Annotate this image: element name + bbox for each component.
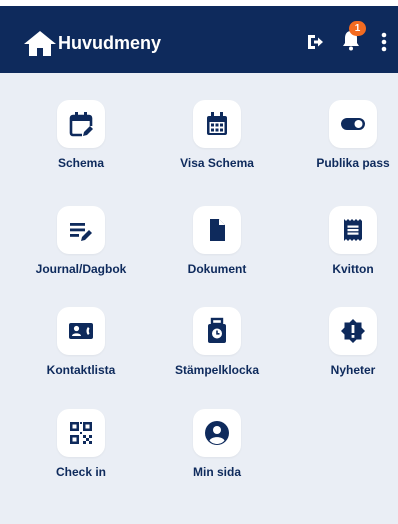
document-icon bbox=[203, 216, 231, 244]
menu-item-kvitton[interactable]: Kvitton bbox=[291, 179, 398, 276]
receipt-icon bbox=[339, 216, 367, 244]
menu-item-label: Check in bbox=[55, 465, 106, 479]
menu-icon-box bbox=[57, 100, 105, 148]
menu-icon-box bbox=[329, 206, 377, 254]
menu-icon-box bbox=[329, 307, 377, 355]
menu-item-visa-schema[interactable]: Visa Schema bbox=[155, 73, 279, 170]
menu-item-label: Kontaktlista bbox=[46, 363, 116, 377]
edit-note-icon bbox=[67, 216, 95, 244]
calendar-grid-icon bbox=[203, 110, 231, 138]
more-vertical-icon bbox=[381, 32, 387, 52]
punch-clock-icon bbox=[203, 317, 231, 345]
menu-item-kontaktlista[interactable]: Kontaktlista bbox=[19, 280, 143, 377]
menu-item-label: Min sida bbox=[192, 465, 241, 479]
menu-item-min-sida[interactable]: Min sida bbox=[155, 382, 279, 479]
more-menu-button[interactable] bbox=[376, 30, 392, 54]
contact-card-icon bbox=[67, 317, 95, 345]
menu-icon-box bbox=[329, 100, 377, 148]
top-bar: Huvudmeny 1 bbox=[0, 6, 398, 73]
menu-item-journal-dagbok[interactable]: Journal/Dagbok bbox=[19, 179, 143, 276]
news-alert-icon bbox=[339, 317, 367, 345]
menu-item-label: Kvitton bbox=[332, 262, 374, 276]
menu-icon-box bbox=[193, 409, 241, 457]
menu-item-label: Nyheter bbox=[330, 363, 376, 377]
home-icon[interactable] bbox=[22, 28, 58, 58]
menu-icon-box bbox=[193, 307, 241, 355]
menu-item-dokument[interactable]: Dokument bbox=[155, 179, 279, 276]
menu-item-label: Visa Schema bbox=[180, 156, 254, 170]
app-screen: Huvudmeny 1 Schema Visa Schema Publika p… bbox=[0, 6, 398, 524]
page-title: Huvudmeny bbox=[58, 33, 162, 53]
menu-item-label: Dokument bbox=[187, 262, 247, 276]
logout-icon bbox=[305, 32, 325, 52]
menu-icon-box bbox=[193, 100, 241, 148]
menu-item-publika-pass[interactable]: Publika pass bbox=[291, 73, 398, 170]
menu-item-label: Schema bbox=[57, 156, 105, 170]
notifications-button[interactable]: 1 bbox=[335, 21, 367, 56]
menu-item-schema[interactable]: Schema bbox=[19, 73, 143, 170]
menu-item-label: Journal/Dagbok bbox=[35, 262, 127, 276]
account-circle-icon bbox=[203, 419, 231, 447]
menu-icon-box bbox=[57, 409, 105, 457]
logout-button[interactable] bbox=[301, 28, 329, 56]
qr-code-icon bbox=[67, 419, 95, 447]
header-actions: 1 bbox=[288, 6, 398, 73]
menu-item-stampelklocka[interactable]: Stämpelklocka bbox=[155, 280, 279, 377]
menu-item-check-in[interactable]: Check in bbox=[19, 382, 143, 479]
menu-item-label: Publika pass bbox=[316, 156, 390, 170]
toggle-icon bbox=[339, 110, 367, 138]
menu-icon-box bbox=[57, 206, 105, 254]
notification-badge: 1 bbox=[349, 21, 366, 36]
menu-item-label: Stämpelklocka bbox=[174, 363, 260, 377]
menu-item-nyheter[interactable]: Nyheter bbox=[291, 280, 398, 377]
calendar-edit-icon bbox=[67, 110, 95, 138]
home-link[interactable]: Huvudmeny bbox=[22, 28, 161, 58]
menu-icon-box bbox=[57, 307, 105, 355]
menu-icon-box bbox=[193, 206, 241, 254]
